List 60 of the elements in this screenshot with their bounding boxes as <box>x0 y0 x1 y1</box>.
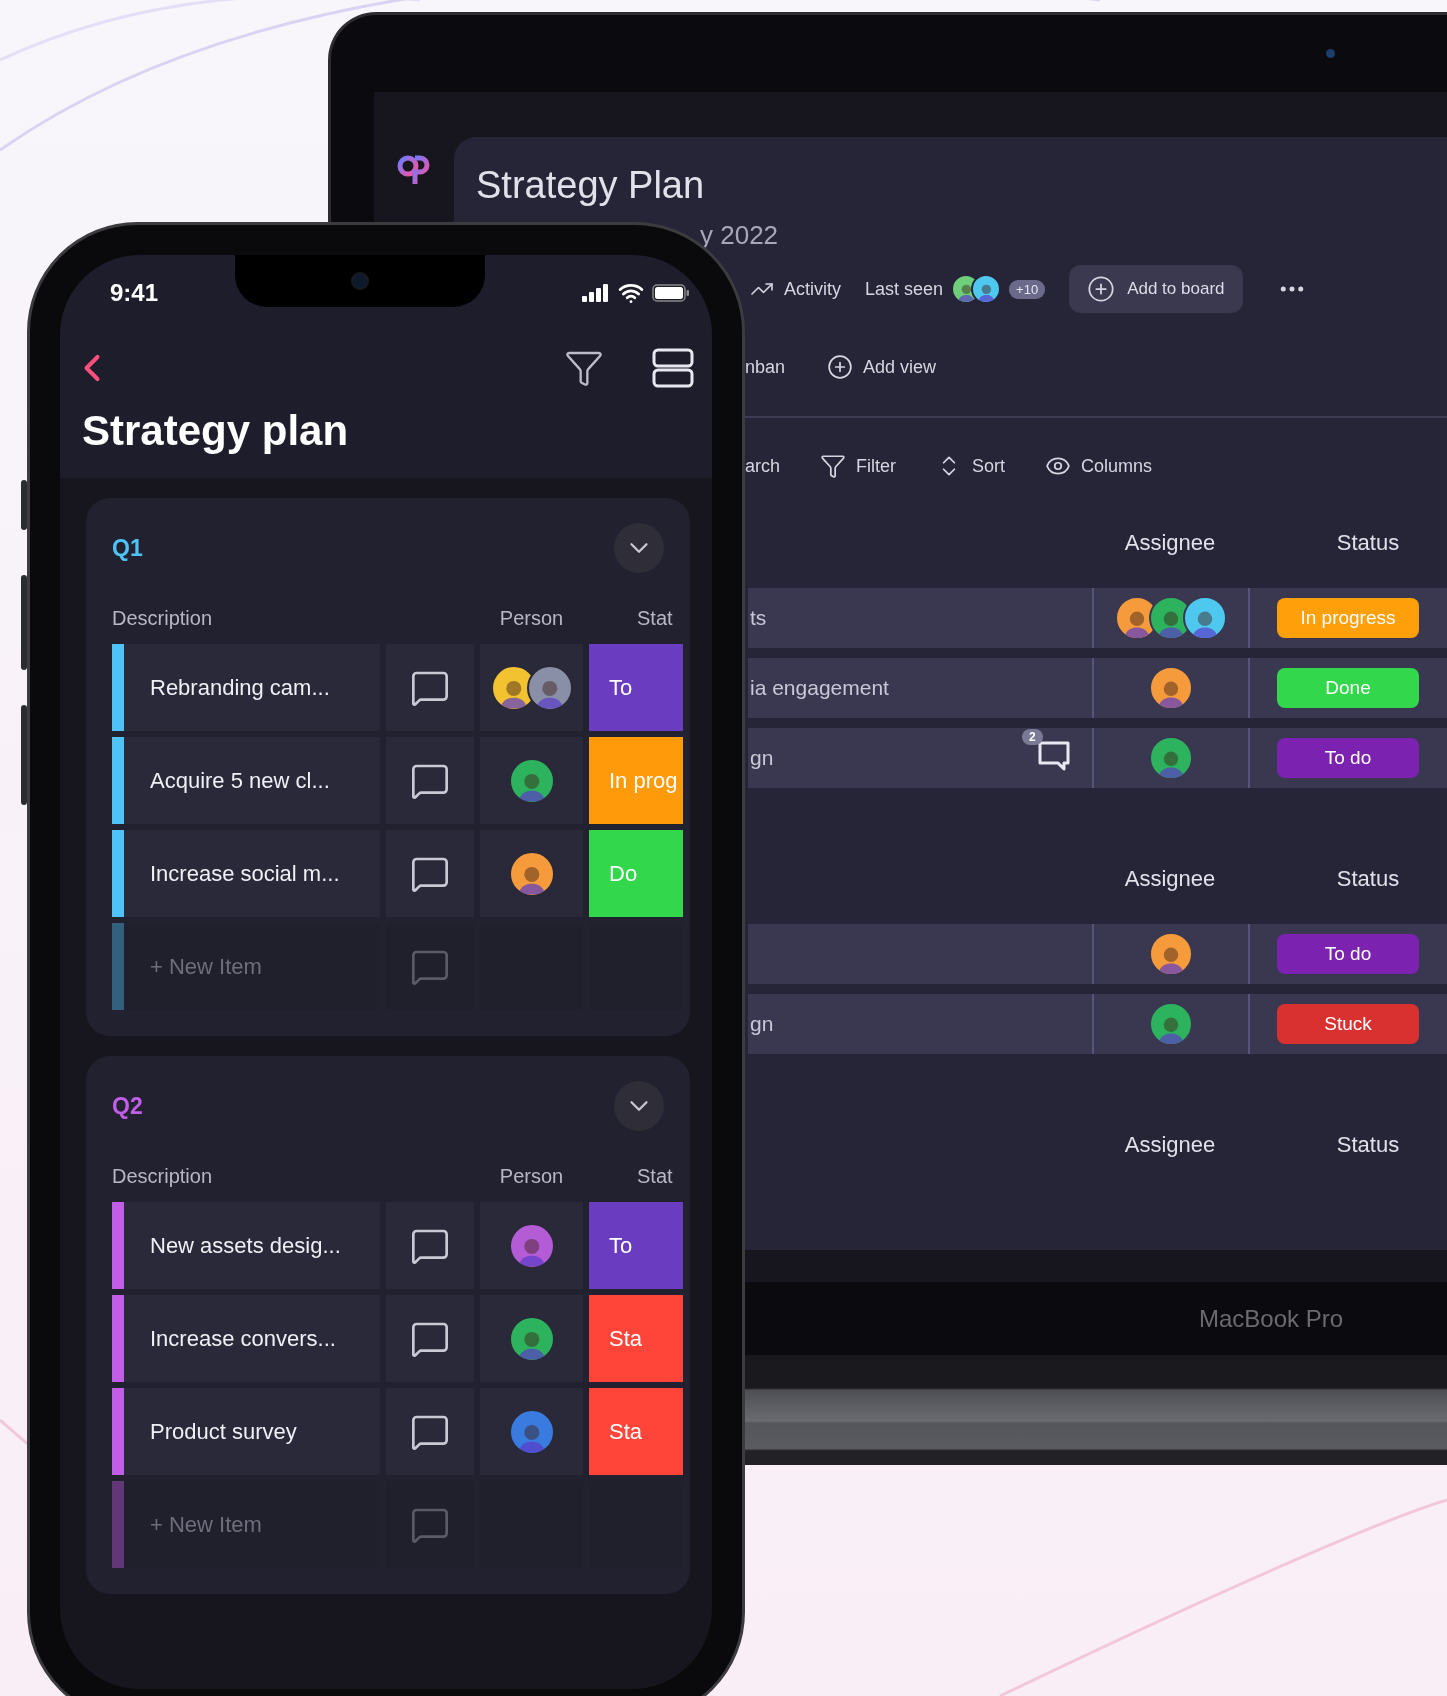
filter-icon <box>820 453 846 479</box>
sort-button[interactable]: Sort <box>936 453 1006 479</box>
task-name[interactable]: New assets desig... <box>112 1202 380 1289</box>
column-header: Assignee <box>1123 1131 1217 1159</box>
column-header: Assignee <box>1123 865 1217 893</box>
column-header: Stat <box>636 1164 673 1188</box>
column-header: Person <box>499 1164 564 1188</box>
task-name[interactable]: Product survey <box>112 1388 380 1475</box>
add-to-board-button[interactable]: Add to board <box>1069 265 1243 313</box>
laptop-brand-label: MacBook Pro <box>1199 1304 1344 1333</box>
status-pill[interactable]: To do <box>1277 934 1419 974</box>
section-label: Q2 <box>112 1092 143 1120</box>
filter-button[interactable]: Filter <box>820 453 896 479</box>
table-row[interactable]: ia engagement Done <box>748 658 1447 718</box>
task-name: gn <box>750 746 774 770</box>
status-pill[interactable]: To do <box>1277 738 1419 778</box>
rows-icon <box>652 347 694 388</box>
column-header: Status <box>1335 529 1401 557</box>
column-header: Stat <box>636 606 673 630</box>
status-cell[interactable]: To <box>589 644 683 731</box>
table-row[interactable]: gn 2 To do <box>748 728 1447 788</box>
status-pill[interactable]: Stuck <box>1277 1004 1419 1044</box>
add-icon <box>1087 275 1116 303</box>
board-title: Strategy Plan <box>476 163 706 208</box>
section-label: Q1 <box>112 534 143 562</box>
task-name[interactable]: Acquire 5 new cl... <box>112 737 380 824</box>
column-header: Assignee <box>1123 529 1217 557</box>
column-header: Description <box>112 1164 213 1188</box>
column-header: Person <box>499 606 564 630</box>
last-seen-label: Last seen <box>865 278 944 300</box>
battery-icon <box>652 283 690 302</box>
task-name: gn <box>750 1012 774 1036</box>
columns-button[interactable]: Columns <box>1045 453 1153 479</box>
activity-button[interactable]: Activity <box>750 277 841 301</box>
search-field[interactable]: arch <box>745 455 780 477</box>
comment-count-badge: 2 <box>1022 729 1043 745</box>
collapse-button[interactable] <box>614 523 664 573</box>
camera-dot <box>1326 49 1335 58</box>
task-name[interactable]: Rebranding cam... <box>112 644 380 731</box>
status-time: 9:41 <box>110 278 159 307</box>
status-cell[interactable]: To <box>589 1202 683 1289</box>
signal-icon <box>582 283 610 302</box>
column-header: Description <box>112 606 213 630</box>
column-header: Status <box>1335 865 1401 893</box>
comment-icon[interactable] <box>1036 739 1072 773</box>
task-name[interactable]: Increase convers... <box>112 1295 380 1382</box>
task-name: ts <box>750 606 767 630</box>
task-name[interactable]: Increase social m... <box>112 830 380 917</box>
table-row[interactable]: gn Stuck <box>748 994 1447 1054</box>
table-row[interactable]: To do <box>748 924 1447 984</box>
viewer-count-badge: +10 <box>1009 279 1046 299</box>
rows-view-button[interactable] <box>652 347 694 388</box>
column-header: Status <box>1335 1131 1401 1159</box>
task-name: ia engagement <box>750 676 889 700</box>
collapse-button[interactable] <box>614 1081 664 1131</box>
screen-title: Strategy plan <box>81 406 350 456</box>
add-icon <box>827 354 854 380</box>
table-row[interactable]: ts In progress <box>748 588 1447 648</box>
view-tab[interactable]: nban <box>745 356 786 378</box>
view-tab[interactable]: Add view <box>827 354 937 380</box>
